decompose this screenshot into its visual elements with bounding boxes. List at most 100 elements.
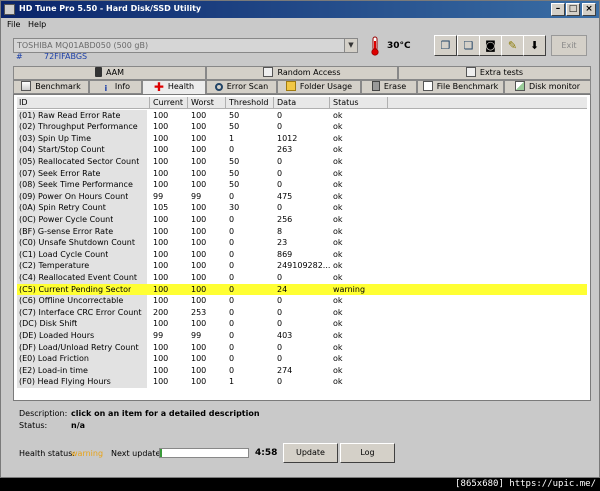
tab-extra-tests[interactable]: Extra tests bbox=[398, 66, 591, 80]
table-row[interactable]: (C0) Unsafe Shutdown Count 100 100 0 23 ok bbox=[17, 237, 587, 249]
table-row[interactable]: (C1) Load Cycle Count 100 100 0 869 ok bbox=[17, 248, 587, 261]
cell-current: 100 bbox=[153, 296, 169, 306]
grid-icon bbox=[465, 67, 476, 77]
tab-random-access[interactable]: Random Access bbox=[206, 66, 398, 80]
column-divider[interactable] bbox=[225, 97, 226, 108]
table-row[interactable]: (07) Seek Error Rate 100 100 50 0 ok bbox=[17, 167, 587, 180]
table-row[interactable]: (0C) Power Cycle Count 100 100 0 256 ok bbox=[17, 214, 587, 226]
table-row[interactable]: (F0) Head Flying Hours 100 100 1 0 ok bbox=[17, 376, 587, 388]
table-row[interactable]: (C6) Offline Uncorrectable 100 100 0 0 ok bbox=[17, 295, 587, 307]
cell-data: 1012 bbox=[277, 133, 298, 143]
cell-current: 99 bbox=[153, 331, 164, 340]
table-row[interactable]: (04) Start/Stop Count 100 100 0 263 ok bbox=[17, 144, 587, 156]
cell-threshold: 50 bbox=[229, 122, 240, 132]
tab-random-access-label: Random Access bbox=[277, 68, 341, 77]
cell-id: (DF) Load/Unload Retry Count bbox=[19, 342, 139, 352]
tab-health[interactable]: ✚ Health bbox=[142, 80, 206, 95]
table-row[interactable]: (08) Seek Time Performance 100 100 50 0 ok bbox=[17, 179, 587, 191]
cell-current: 100 bbox=[153, 261, 169, 271]
cell-worst: 100 bbox=[191, 226, 207, 236]
log-button[interactable]: Log bbox=[340, 443, 395, 463]
table-row[interactable]: (05) Reallocated Sector Count 100 100 50 0 ok bbox=[17, 156, 587, 168]
cell-threshold: 0 bbox=[229, 145, 235, 155]
info-icon: i bbox=[104, 84, 108, 93]
column-header-status[interactable]: Status bbox=[333, 98, 359, 107]
tab-health-label: Health bbox=[167, 82, 195, 91]
cell-status: ok bbox=[333, 191, 343, 201]
tab-error-scan[interactable]: Error Scan bbox=[206, 80, 277, 94]
tab-aam[interactable]: AAM bbox=[13, 66, 206, 80]
tab-info-label: Info bbox=[114, 82, 131, 91]
column-divider[interactable] bbox=[387, 97, 388, 108]
column-header-id[interactable]: ID bbox=[19, 98, 28, 107]
cell-data: 256 bbox=[277, 215, 293, 224]
temperature-readout: 30°C bbox=[387, 41, 411, 51]
cell-current: 100 bbox=[153, 273, 169, 282]
cell-id: (C1) Load Cycle Count bbox=[19, 249, 109, 259]
cell-current: 100 bbox=[153, 249, 169, 259]
cell-worst: 100 bbox=[191, 273, 207, 282]
cell-threshold: 0 bbox=[229, 249, 235, 259]
cell-current: 100 bbox=[153, 342, 169, 352]
table-row[interactable]: (02) Throughput Performance 100 100 50 0 ok bbox=[17, 121, 587, 133]
column-divider[interactable] bbox=[329, 97, 330, 108]
menu-file[interactable]: File bbox=[7, 20, 20, 29]
maximize-button[interactable]: □ bbox=[566, 3, 580, 16]
window-title: HD Tune Pro 5.50 - Hard Disk/SSD Utility bbox=[19, 4, 202, 13]
next-update-progress bbox=[159, 448, 249, 458]
table-row[interactable]: (C4) Reallocated Event Count 100 100 0 0 ok bbox=[17, 272, 587, 284]
cell-id: (C6) Offline Uncorrectable bbox=[19, 296, 124, 306]
tab-info[interactable]: i Info bbox=[89, 80, 142, 94]
cell-worst: 100 bbox=[191, 133, 207, 143]
table-row[interactable]: (BF) G-sense Error Rate 100 100 0 8 ok bbox=[17, 225, 587, 238]
column-divider[interactable] bbox=[273, 97, 274, 108]
cell-id: (C7) Interface CRC Error Count bbox=[19, 307, 142, 317]
update-button[interactable]: Update bbox=[283, 443, 338, 463]
cell-id: (08) Seek Time Performance bbox=[19, 180, 133, 190]
table-row[interactable]: (DC) Disk Shift 100 100 0 0 ok bbox=[17, 318, 587, 330]
column-header-worst[interactable]: Worst bbox=[191, 98, 214, 107]
cell-status: ok bbox=[333, 331, 343, 340]
cell-threshold: 0 bbox=[229, 354, 235, 364]
table-row[interactable]: (09) Power On Hours Count 99 99 0 475 ok bbox=[17, 190, 587, 203]
minimize-button[interactable]: – bbox=[551, 3, 565, 16]
table-row[interactable]: (E0) Load Friction 100 100 0 0 ok bbox=[17, 353, 587, 365]
table-row[interactable]: (DF) Load/Unload Retry Count 100 100 0 0 ok bbox=[17, 341, 587, 354]
close-button[interactable]: × bbox=[582, 3, 596, 16]
tab-erase[interactable]: Erase bbox=[361, 80, 417, 94]
table-row[interactable]: (0A) Spin Retry Count 105 100 30 0 ok bbox=[17, 202, 587, 214]
column-divider[interactable] bbox=[187, 97, 188, 108]
cell-threshold: 0 bbox=[229, 238, 235, 248]
column-header-threshold[interactable]: Threshold bbox=[229, 98, 268, 107]
cell-data: 869 bbox=[277, 249, 293, 259]
trash-icon bbox=[371, 81, 380, 91]
column-header-data[interactable]: Data bbox=[277, 98, 296, 107]
column-header-current[interactable]: Current bbox=[153, 98, 183, 107]
table-row[interactable]: (C5) Current Pending Sector 100 100 0 24 warn… bbox=[17, 283, 587, 296]
cell-status: ok bbox=[333, 180, 343, 190]
cell-current: 200 bbox=[153, 307, 169, 317]
cell-status: ok bbox=[333, 168, 343, 178]
table-row[interactable]: (C2) Temperature 100 100 0 249109282... ok bbox=[17, 260, 587, 272]
column-divider[interactable] bbox=[149, 97, 150, 108]
table-row[interactable]: (E2) Load-in time 100 100 0 274 ok bbox=[17, 364, 587, 377]
table-row[interactable]: (01) Raw Read Error Rate 100 100 50 0 ok bbox=[17, 109, 587, 122]
tab-disk-monitor[interactable]: Disk monitor bbox=[504, 80, 591, 94]
menu-help[interactable]: Help bbox=[28, 20, 46, 29]
drive-select[interactable]: TOSHIBA MQ01ABD050 (500 gB) ▼ bbox=[13, 38, 358, 53]
table-row[interactable]: (C7) Interface CRC Error Count 200 253 0 0 ok bbox=[17, 306, 587, 319]
table-row[interactable]: (DE) Loaded Hours 99 99 0 403 ok bbox=[17, 330, 587, 342]
status-bar: Health status: warning Next update: 4:58… bbox=[13, 443, 591, 465]
table-row[interactable]: (03) Spin Up Time 100 100 1 1012 ok bbox=[17, 132, 587, 145]
tab-benchmark[interactable]: Benchmark bbox=[13, 80, 89, 94]
app-window: HD Tune Pro 5.50 - Hard Disk/SSD Utility… bbox=[0, 0, 600, 478]
cell-threshold: 0 bbox=[229, 296, 235, 306]
health-panel: ID Current Worst Threshold Data Status (01) Ra… bbox=[13, 94, 591, 401]
cell-worst: 100 bbox=[191, 296, 207, 306]
tab-folder-usage[interactable]: Folder Usage bbox=[277, 80, 361, 94]
tab-file-benchmark[interactable]: File Benchmark bbox=[417, 80, 504, 94]
cell-id: (BF) G-sense Error Rate bbox=[19, 226, 114, 236]
cell-worst: 100 bbox=[191, 319, 207, 329]
chevron-down-icon[interactable]: ▼ bbox=[344, 39, 357, 52]
cell-data: 0 bbox=[277, 319, 283, 329]
